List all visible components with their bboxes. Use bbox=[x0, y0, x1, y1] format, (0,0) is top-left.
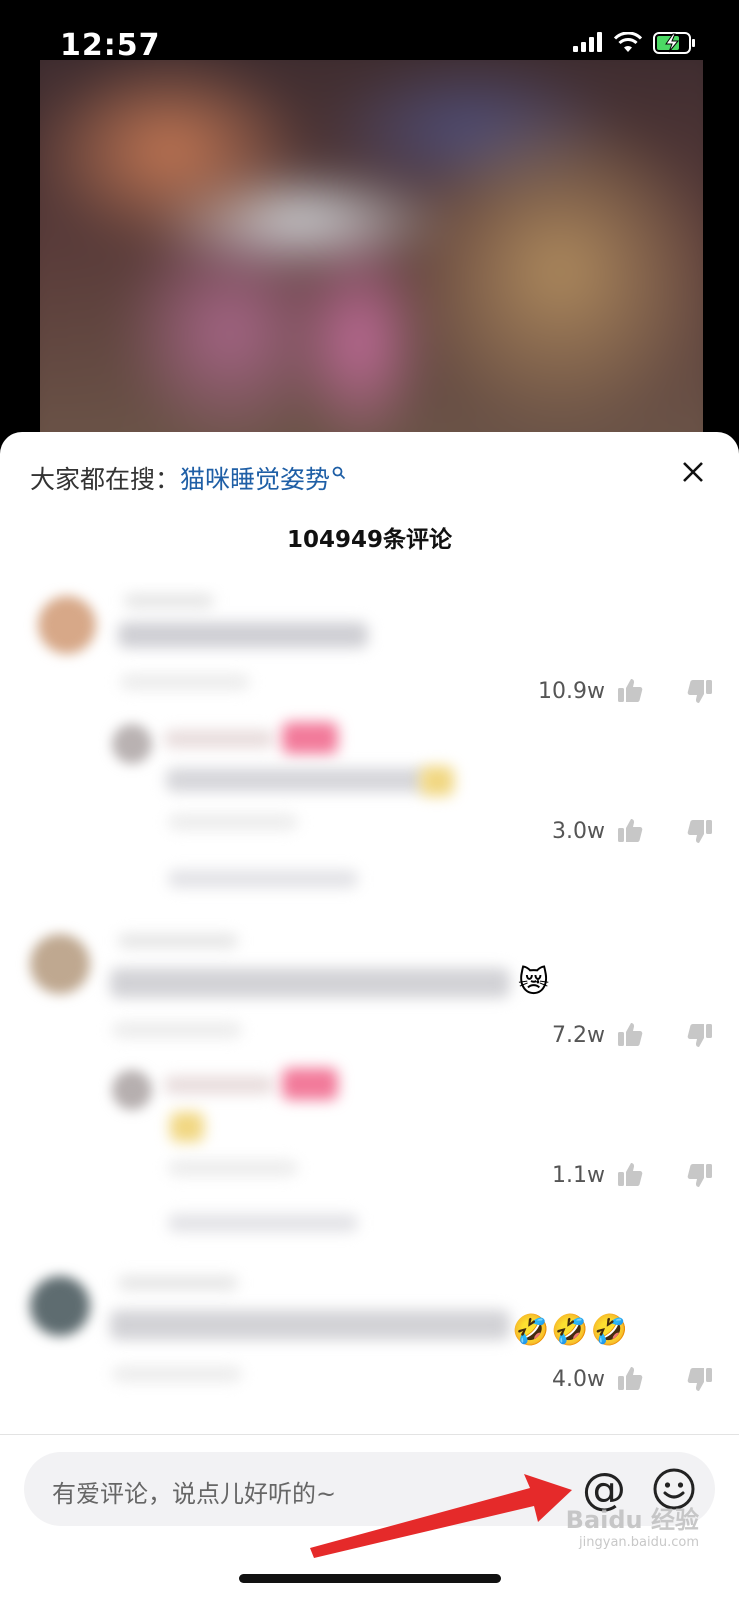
watermark-sub: jingyan.baidu.com bbox=[579, 1535, 699, 1550]
comment-username-blurred bbox=[118, 934, 238, 948]
thumbs-down-icon bbox=[687, 1368, 712, 1391]
like-count: 10.9w bbox=[538, 678, 605, 704]
like-button[interactable] bbox=[613, 674, 647, 708]
like-row: 10.9w bbox=[538, 674, 717, 708]
thumbs-up-icon bbox=[618, 1367, 643, 1390]
avatar[interactable] bbox=[30, 1276, 90, 1336]
comment-username-blurred bbox=[118, 1276, 238, 1290]
thumbs-up-icon bbox=[618, 819, 643, 842]
watermark: Baidu 经验 jingyan.baidu.com bbox=[566, 1500, 699, 1550]
dislike-button[interactable] bbox=[683, 814, 717, 848]
avatar[interactable] bbox=[30, 934, 90, 994]
comment-meta-blurred bbox=[168, 1160, 298, 1176]
comment-meta-blurred bbox=[112, 1366, 242, 1382]
comment-username-blurred bbox=[164, 730, 274, 748]
comment-emoji-blurred bbox=[420, 766, 454, 796]
expand-replies-blurred[interactable] bbox=[168, 870, 358, 888]
home-indicator bbox=[239, 1574, 501, 1583]
like-button[interactable] bbox=[613, 1018, 647, 1052]
cellular-signal-icon bbox=[573, 32, 602, 52]
comment-emoji: 🤣🤣🤣 bbox=[512, 1313, 631, 1348]
comment-badge-blurred bbox=[282, 722, 338, 754]
video-frame-blurred bbox=[40, 60, 703, 440]
video-player[interactable] bbox=[0, 60, 739, 440]
thumbs-down-icon bbox=[687, 680, 712, 703]
thumbs-down-icon bbox=[687, 1024, 712, 1047]
comment-emoji-blurred bbox=[170, 1112, 204, 1142]
like-row: 3.0w bbox=[552, 814, 717, 848]
watermark-text: Baidu 经验 bbox=[565, 1506, 699, 1534]
avatar[interactable] bbox=[112, 1070, 152, 1110]
like-row: 4.0w bbox=[552, 1362, 717, 1396]
avatar[interactable] bbox=[112, 724, 152, 764]
search-hint-prefix: 大家都在搜： bbox=[30, 465, 181, 494]
status-time: 12:57 bbox=[60, 28, 161, 63]
wifi-icon bbox=[613, 32, 643, 52]
like-count: 4.0w bbox=[552, 1366, 605, 1392]
like-count: 7.2w bbox=[552, 1022, 605, 1048]
search-hint-keyword[interactable]: 猫咪睡觉姿势 bbox=[180, 460, 330, 496]
thumbs-down-icon bbox=[687, 820, 712, 843]
comment-text-blurred bbox=[166, 768, 426, 792]
like-button[interactable] bbox=[613, 814, 647, 848]
comment-count-title: 104949条评论 bbox=[286, 527, 453, 553]
comment-username-blurred bbox=[124, 594, 214, 608]
search-hint[interactable]: 大家都在搜： 猫咪睡觉姿势 bbox=[30, 460, 346, 496]
comment-meta-blurred bbox=[168, 814, 298, 830]
comment-username-blurred bbox=[164, 1076, 274, 1094]
comment-meta-blurred bbox=[112, 1022, 242, 1038]
like-row: 1.1w bbox=[552, 1158, 717, 1192]
dislike-button[interactable] bbox=[683, 1158, 717, 1192]
comment-text-blurred bbox=[110, 1310, 510, 1340]
comment-input-placeholder: 有爱评论，说点儿好听的~ bbox=[52, 1480, 337, 1508]
thumbs-up-icon bbox=[618, 1163, 643, 1186]
thumbs-up-icon bbox=[618, 679, 643, 702]
dislike-button[interactable] bbox=[683, 674, 717, 708]
comment-meta-blurred bbox=[120, 674, 250, 690]
thumbs-up-icon bbox=[618, 1023, 643, 1046]
comment-sheet: 大家都在搜： 猫咪睡觉姿势 104949条评论 10.9w 3.0w 😿 7.2… bbox=[0, 432, 739, 1600]
status-icons bbox=[573, 32, 697, 54]
avatar[interactable] bbox=[38, 596, 96, 654]
expand-replies-blurred[interactable] bbox=[168, 1214, 358, 1232]
like-button[interactable] bbox=[613, 1362, 647, 1396]
comment-text-blurred bbox=[118, 622, 368, 648]
comment-badge-blurred bbox=[282, 1068, 338, 1100]
like-button[interactable] bbox=[613, 1158, 647, 1192]
close-button[interactable] bbox=[671, 450, 715, 494]
video-blurred-content bbox=[40, 60, 703, 440]
like-row: 7.2w bbox=[552, 1018, 717, 1052]
comment-list[interactable]: 10.9w 3.0w 😿 7.2w 1.1w 🤣🤣🤣 4.0w bbox=[0, 582, 739, 1412]
search-icon bbox=[332, 466, 346, 480]
dislike-button[interactable] bbox=[683, 1362, 717, 1396]
like-count: 3.0w bbox=[552, 818, 605, 844]
thumbs-down-icon bbox=[687, 1164, 712, 1187]
dislike-button[interactable] bbox=[683, 1018, 717, 1052]
close-icon bbox=[683, 462, 703, 482]
like-count: 1.1w bbox=[552, 1162, 605, 1188]
comment-text-blurred bbox=[110, 968, 510, 998]
comment-emoji: 😿 bbox=[518, 965, 550, 1000]
battery-charging-icon bbox=[653, 32, 695, 54]
